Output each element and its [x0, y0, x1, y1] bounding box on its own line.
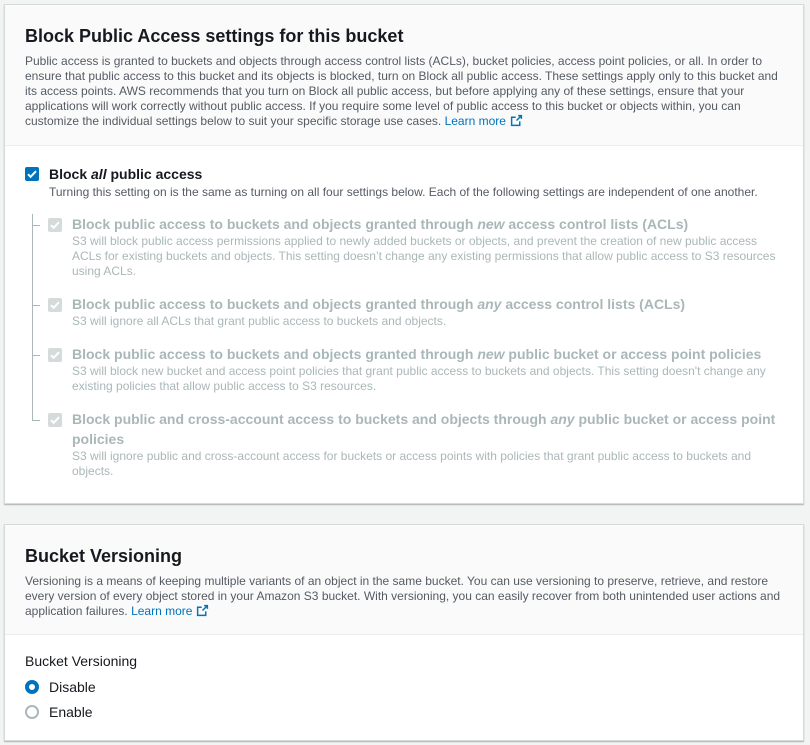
label-emphasis: new [477, 346, 505, 362]
option-new-policies-description: S3 will block new bucket and access poin… [72, 364, 766, 393]
tree-branch [32, 225, 40, 226]
label-prefix: Block public access to buckets and objec… [72, 216, 478, 232]
versioning-learn-more-link[interactable]: Learn more [131, 604, 209, 618]
bpa-description-text: Public access is granted to buckets and … [25, 54, 778, 128]
option-any-acls-label: Block public access to buckets and objec… [72, 294, 783, 314]
versioning-title: Bucket Versioning [25, 546, 183, 566]
versioning-learn-more-label: Learn more [131, 604, 193, 618]
option-any-acls-checkbox[interactable] [48, 298, 62, 312]
option-new-acls[interactable]: Block public access to buckets and objec… [32, 214, 783, 294]
option-any-acls-text: Block public access to buckets and objec… [72, 294, 783, 329]
label-prefix: Block public access to buckets and objec… [72, 296, 478, 312]
bpa-title: Block Public Access settings for this bu… [25, 26, 404, 46]
label-prefix: Block public and cross-account access to… [72, 411, 551, 427]
enable-radio-label: Enable [49, 703, 93, 720]
option-new-policies[interactable]: Block public access to buckets and objec… [32, 344, 783, 409]
option-new-policies-checkbox[interactable] [48, 348, 62, 362]
disable-radio-label: Disable [49, 678, 96, 695]
tree-branch [32, 305, 40, 306]
enable-radio[interactable] [25, 704, 39, 719]
option-new-acls-checkbox[interactable] [48, 218, 62, 232]
label-suffix: access control lists (ACLs) [504, 216, 689, 232]
label-emphasis: any [550, 411, 575, 427]
label-suffix: public access [106, 166, 203, 182]
tree-branch [32, 355, 40, 356]
option-any-policies-description: S3 will ignore public and cross-account … [72, 449, 752, 478]
block-all-label: Block all public access [49, 164, 758, 184]
versioning-option-enable[interactable]: Enable [25, 699, 783, 724]
versioning-field-label: Bucket Versioning [25, 653, 138, 669]
block-all-description: Turning this setting on is the same as t… [49, 185, 758, 199]
option-new-acls-label: Block public access to buckets and objec… [72, 214, 783, 234]
option-new-acls-text: Block public access to buckets and objec… [72, 214, 783, 279]
label-emphasis: all [91, 166, 107, 182]
option-any-acls[interactable]: Block public access to buckets and objec… [32, 294, 783, 344]
option-any-policies-label: Block public and cross-account access to… [72, 409, 783, 449]
versioning-header: Bucket Versioning Versioning is a means … [5, 525, 803, 635]
bucket-versioning-panel: Bucket Versioning Versioning is a means … [4, 524, 804, 741]
option-any-policies[interactable]: Block public and cross-account access to… [32, 409, 783, 479]
option-any-policies-checkbox[interactable] [48, 413, 62, 427]
label-prefix: Block [49, 166, 92, 182]
tree-branch [32, 420, 40, 421]
label-suffix: access control lists (ACLs) [501, 296, 686, 312]
sub-options-list: Block public access to buckets and objec… [32, 214, 783, 479]
option-any-acls-description: S3 will ignore all ACLs that grant publi… [72, 314, 447, 328]
block-all-checkbox[interactable] [25, 167, 39, 181]
block-all-text: Block all public access Turning this set… [49, 164, 758, 200]
versioning-option-disable[interactable]: Disable [25, 674, 783, 699]
label-suffix: public bucket or access point policies [504, 346, 762, 362]
bpa-body: Block all public access Turning this set… [5, 146, 803, 499]
label-prefix: Block public access to buckets and objec… [72, 346, 478, 362]
disable-radio[interactable] [25, 679, 39, 694]
external-link-icon [510, 114, 523, 127]
label-emphasis: new [477, 216, 505, 232]
bpa-description: Public access is granted to buckets and … [25, 54, 783, 129]
versioning-body: Bucket Versioning Disable Enable [5, 635, 803, 744]
bpa-learn-more-link[interactable]: Learn more [445, 114, 523, 128]
option-any-policies-text: Block public and cross-account access to… [72, 409, 783, 479]
block-public-access-panel: Block Public Access settings for this bu… [4, 4, 804, 504]
block-all-option[interactable]: Block all public access Turning this set… [25, 164, 783, 200]
versioning-description: Versioning is a means of keeping multipl… [25, 574, 783, 619]
label-emphasis: any [477, 296, 502, 312]
bpa-header: Block Public Access settings for this bu… [5, 5, 803, 146]
external-link-icon [196, 604, 209, 617]
option-new-acls-description: S3 will block public access permissions … [72, 234, 776, 278]
option-new-policies-text: Block public access to buckets and objec… [72, 344, 783, 394]
bpa-learn-more-label: Learn more [444, 114, 506, 128]
option-new-policies-label: Block public access to buckets and objec… [72, 344, 783, 364]
